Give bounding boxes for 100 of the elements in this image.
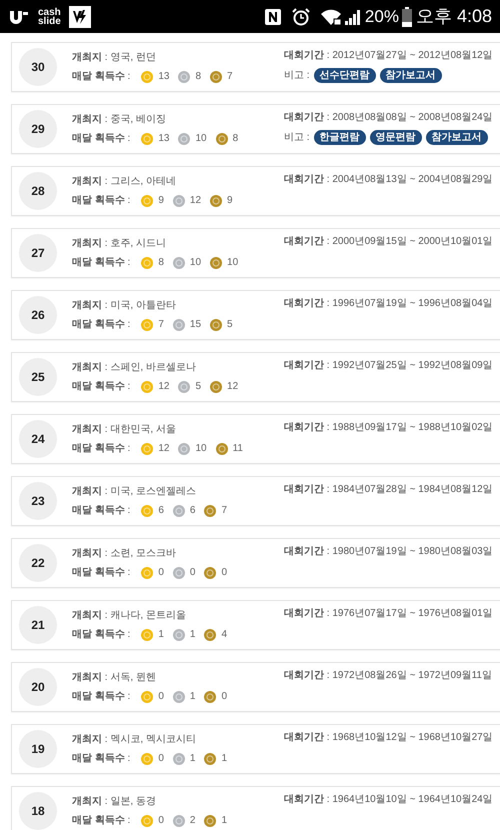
medal-icon — [141, 442, 154, 454]
medal-count-label: 매달 획득수 : — [72, 566, 130, 578]
edition-number-badge: 23 — [19, 482, 57, 520]
medal-count-label: 매달 획득수 : — [72, 690, 130, 702]
edition-number-badge: 22 — [19, 544, 57, 582]
medal-icon — [204, 566, 216, 578]
venue-text: 개최지 : 중국, 베이징 — [72, 114, 167, 126]
medal-icon — [141, 752, 154, 764]
medal-count: 6 — [158, 504, 164, 516]
wifi-icon — [320, 8, 342, 26]
edition-number-badge: 27 — [19, 234, 57, 272]
medal-icon — [204, 504, 216, 516]
medal-icon — [178, 132, 190, 144]
medal-count: 10 — [227, 256, 238, 268]
medal-count: 8 — [195, 70, 202, 82]
notes-label: 비고 : — [284, 131, 310, 145]
document-link[interactable]: 선수단편람 — [314, 68, 376, 83]
medal-count-label: 매달 획득수 : — [72, 814, 130, 826]
venue-text: 개최지 : 호주, 시드니 — [72, 238, 167, 250]
medal-icon — [204, 690, 216, 702]
medal-icon — [210, 194, 222, 206]
medal-count: 0 — [158, 814, 164, 826]
medal-count: 7 — [221, 504, 228, 516]
medal-icon — [141, 70, 154, 82]
medal-count: 12 — [158, 442, 170, 454]
medal-icon — [204, 814, 216, 826]
venue-text: 개최지 : 미국, 로스엔젤레스 — [72, 486, 197, 498]
notes-label: 비고 : — [284, 69, 310, 83]
venue-text: 개최지 : 스페인, 바르셀로나 — [72, 362, 197, 374]
edition-number-badge: 18 — [19, 792, 57, 830]
edition-number-badge: 30 — [19, 48, 57, 86]
medal-icon — [141, 690, 154, 702]
venue-text: 개최지 : 영국, 런던 — [72, 52, 157, 64]
medal-icon — [172, 566, 185, 578]
medal-count: 1 — [190, 628, 196, 640]
medal-count: 8 — [158, 256, 164, 268]
medal-icon — [210, 256, 222, 268]
medal-count-label: 매달 획득수 : — [72, 70, 130, 82]
medal-icon — [141, 256, 154, 268]
lightning-icon — [68, 6, 91, 28]
period-text: 대회기간 : 1976년07월17일 ~ 1976년08월01일 — [284, 608, 493, 620]
period-text: 대회기간 : 1996년07월19일 ~ 1996년08월04일 — [284, 298, 493, 310]
venue-text: 개최지 : 캐나다, 몬트리올 — [72, 610, 187, 622]
document-link[interactable]: 참가보고서 — [380, 68, 442, 83]
medal-count-label: 매달 획득수 : — [72, 504, 130, 516]
medal-count: 12 — [227, 380, 238, 392]
edition-number-badge: 24 — [19, 420, 57, 458]
period-text: 대회기간 : 1988년09월17일 ~ 1988년10월02일 — [284, 422, 493, 434]
period-text: 대회기간 : 1984년07월28일 ~ 1984년08월12일 — [284, 484, 493, 496]
venue-text: 개최지 : 소련, 모스크바 — [72, 548, 177, 560]
medal-count: 1 — [190, 690, 196, 702]
medal-count: 15 — [190, 318, 202, 330]
medal-count: 8 — [232, 132, 238, 144]
edition-number-badge: 19 — [19, 730, 57, 768]
medal-icon — [172, 690, 185, 702]
medal-icon — [172, 504, 185, 516]
medal-count: 11 — [232, 442, 243, 454]
medal-count: 6 — [190, 504, 196, 516]
alarm-icon — [292, 8, 310, 26]
medal-icon — [210, 380, 222, 392]
medal-count-label: 매달 획득수 : — [72, 256, 130, 268]
medal-count: 12 — [190, 194, 202, 206]
nfc-icon — [264, 8, 282, 26]
medal-count-label: 매달 획득수 : — [72, 318, 130, 330]
medal-count: 5 — [195, 380, 202, 392]
edition-number-badge: 21 — [19, 606, 57, 644]
period-text: 대회기간 : 2000년09월15일 ~ 2000년10월01일 — [284, 236, 493, 248]
medal-count: 0 — [221, 690, 228, 702]
medal-count-label: 매달 획득수 : — [72, 380, 130, 392]
medal-count: 7 — [158, 318, 164, 330]
medal-icon — [210, 318, 222, 330]
edition-number-badge: 29 — [19, 110, 57, 148]
venue-text: 개최지 : 일본, 동경 — [72, 796, 157, 808]
period-text: 대회기간 : 1992년07월25일 ~ 1992년08월09일 — [284, 360, 493, 372]
medal-count: 10 — [190, 256, 202, 268]
medal-count: 13 — [158, 70, 170, 82]
edition-number-badge: 28 — [19, 172, 57, 210]
medal-icon — [141, 132, 154, 144]
edition-number-badge: 26 — [19, 296, 57, 334]
medal-icon — [178, 442, 190, 454]
venue-text: 개최지 : 멕시코, 멕시코시티 — [72, 734, 197, 746]
medal-icon — [172, 256, 185, 268]
clock-time: 오후 4:08 — [416, 5, 492, 28]
document-link[interactable]: 한글편람 — [314, 130, 366, 145]
medal-count: 13 — [158, 132, 170, 144]
medal-count: 4 — [221, 628, 228, 640]
document-link[interactable]: 참가보고서 — [426, 130, 488, 145]
medal-icon — [141, 504, 154, 516]
medal-icon — [178, 70, 190, 82]
medal-count: 1 — [190, 752, 196, 764]
document-link[interactable]: 영문편람 — [370, 130, 422, 145]
medal-count-label: 매달 획득수 : — [72, 194, 130, 206]
period-text: 대회기간 : 2008년08월08일 ~ 2008년08월24일 — [284, 112, 493, 124]
medal-count: 1 — [221, 814, 228, 826]
period-text: 대회기간 : 1964년10월10일 ~ 1964년10월24일 — [284, 794, 493, 806]
medal-count: 2 — [190, 814, 196, 826]
edition-number-badge: 20 — [19, 668, 57, 706]
medal-count: 1 — [158, 628, 164, 640]
medal-count-label: 매달 획득수 : — [72, 628, 130, 640]
medal-count-label: 매달 획득수 : — [72, 132, 130, 144]
